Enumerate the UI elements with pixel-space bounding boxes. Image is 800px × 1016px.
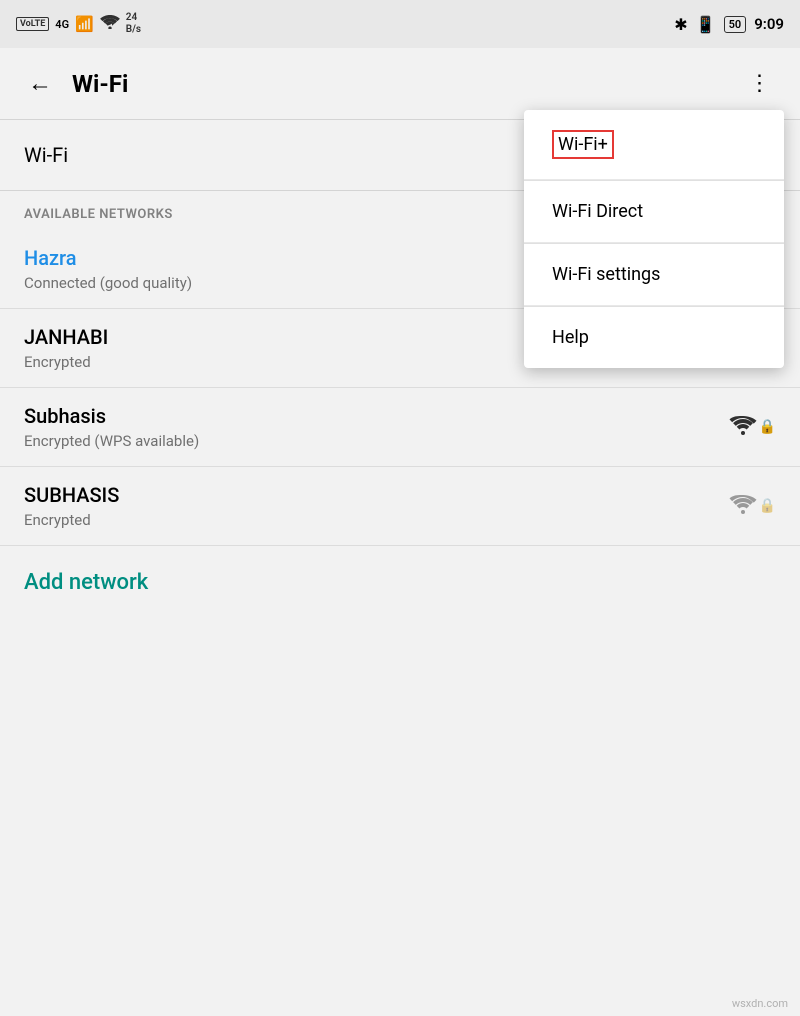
- wifi-plus-label: Wi-Fi+: [552, 130, 614, 159]
- wifi-direct-label: Wi-Fi Direct: [552, 201, 643, 222]
- dropdown-item-wifi-settings[interactable]: Wi-Fi settings: [524, 244, 784, 306]
- help-label: Help: [552, 327, 589, 348]
- dropdown-item-help[interactable]: Help: [524, 307, 784, 368]
- dropdown-item-wifi-plus[interactable]: Wi-Fi+: [524, 110, 784, 180]
- wifi-settings-label: Wi-Fi settings: [552, 264, 660, 285]
- dropdown-item-wifi-direct[interactable]: Wi-Fi Direct: [524, 181, 784, 243]
- overflow-dropdown-menu: Wi-Fi+ Wi-Fi Direct Wi-Fi settings Help: [524, 110, 784, 368]
